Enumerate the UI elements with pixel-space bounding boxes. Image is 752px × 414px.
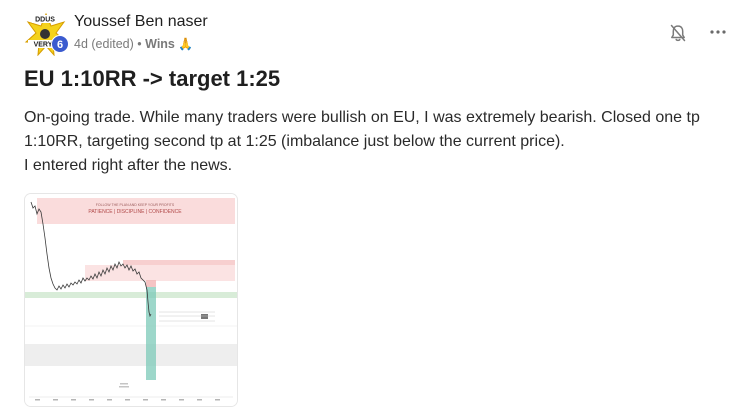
chart-attachment[interactable]: FOLLOW THE PLAN AND KEEP YOUR PROFITS PA…	[25, 194, 237, 406]
level-badge: 6	[51, 35, 69, 53]
stop-box	[146, 280, 156, 287]
more-horizontal-icon[interactable]	[709, 23, 727, 41]
post-title: EU 1:10RR -> target 1:25	[24, 66, 281, 91]
post-category[interactable]: Wins	[145, 37, 175, 51]
svg-text:VERY: VERY	[34, 42, 53, 49]
banner-small-text: FOLLOW THE PLAN AND KEEP YOUR PROFITS	[96, 203, 175, 207]
post-meta: 4d (edited) • Wins 🙏	[74, 37, 193, 51]
banner-main-text: PATIENCE | DISCIPLINE | CONFIDENCE	[88, 209, 182, 215]
author-name[interactable]: Youssef Ben naser	[74, 13, 208, 31]
post-body-line-2: I entered right after the news.	[24, 157, 233, 174]
imbalance-zone	[85, 265, 235, 281]
post-body-line-1: On-going trade. While many traders were …	[24, 109, 700, 150]
post-card: DDUS VERY 6 Youssef Ben naser 4d (edited…	[0, 0, 752, 414]
chart-screenshot: FOLLOW THE PLAN AND KEEP YOUR PROFITS PA…	[25, 194, 237, 406]
post-time: 4d (edited)	[74, 37, 134, 51]
avatar[interactable]: DDUS VERY 6	[24, 12, 69, 56]
trade-box	[146, 287, 156, 380]
svg-text:DDUS: DDUS	[35, 17, 55, 24]
category-emoji: 🙏	[178, 37, 194, 51]
post-body: On-going trade. While many traders were …	[24, 106, 724, 178]
upper-zone	[123, 260, 235, 265]
demand-zone	[25, 292, 237, 298]
lower-zone	[25, 344, 237, 366]
bell-off-icon[interactable]	[668, 23, 688, 43]
meta-separator: •	[137, 37, 142, 51]
